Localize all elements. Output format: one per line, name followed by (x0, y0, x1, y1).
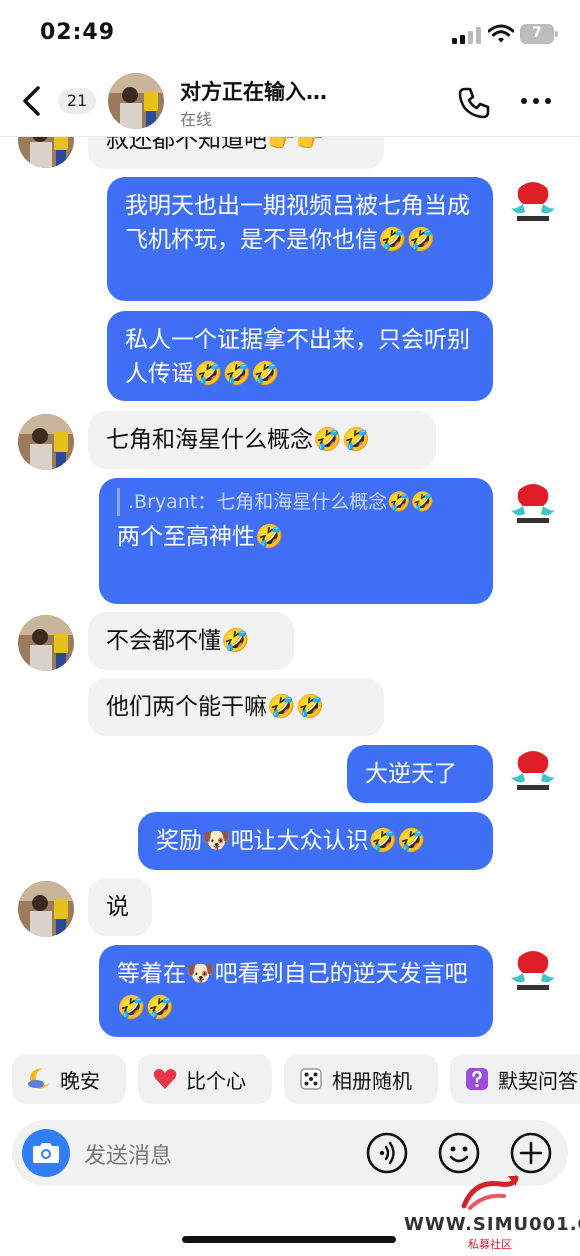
quick-reply-label: 相册随机 (332, 1068, 412, 1093)
watermark-logo (461, 1175, 519, 1210)
message-text: 七角和海星什么概念🤣🤣 (106, 427, 371, 453)
message-text: 他们两个能干嘛🤣🤣 (106, 694, 325, 720)
message-bubble-outgoing[interactable]: .Bryant：七角和海星什么概念🤣🤣 两个至高神性🤣 (99, 478, 493, 604)
my-avatar[interactable] (505, 178, 561, 234)
message-text: 我明天也出一期视频吕被七角当成飞机杯玩，是不是你也信🤣🤣 (125, 193, 470, 253)
chat-title: 对方正在输入… (180, 80, 327, 104)
camera-icon (33, 1143, 59, 1163)
wifi-icon (488, 24, 514, 43)
message-bubble-outgoing[interactable]: 私人一个证据拿不出来，只会听别人传谣🤣🤣🤣 (107, 311, 493, 401)
quick-reply-label: 比个心 (186, 1068, 246, 1093)
message-bubble-outgoing[interactable]: 等着在🐶吧看到自己的逆天发言吧🤣🤣 (99, 945, 493, 1037)
message-bubble-incoming[interactable]: 叔还都不知道吧👉👉 (88, 137, 384, 169)
moon-icon (28, 1068, 49, 1089)
quick-reply-label: 晚安 (60, 1068, 100, 1093)
watermark-subtext: 私募社区 (468, 1238, 512, 1251)
my-avatar[interactable] (505, 947, 561, 1003)
more-options-icon[interactable] (520, 98, 552, 106)
chat-header: 21 对方正在输入… 在线 (0, 66, 580, 137)
online-status: 在线 (180, 110, 213, 129)
quick-reply-tacit-quiz[interactable]: 默契问答 (450, 1054, 580, 1104)
contact-avatar-small[interactable] (18, 615, 74, 671)
message-bubble-incoming[interactable]: 他们两个能干嘛🤣🤣 (88, 678, 384, 736)
message-text: 等着在🐶吧看到自己的逆天发言吧🤣🤣 (117, 961, 468, 1021)
back-icon[interactable] (18, 84, 48, 118)
battery-icon: 7 (520, 24, 558, 44)
my-avatar[interactable] (505, 480, 561, 536)
quick-reply-heart[interactable]: 比个心 (138, 1054, 272, 1104)
message-bubble-incoming[interactable]: 七角和海星什么概念🤣🤣 (88, 411, 436, 469)
message-text: 叔还都不知道吧👉👉 (106, 137, 325, 153)
message-text: 两个至高神性🤣 (117, 524, 284, 550)
unread-count-badge[interactable]: 21 (58, 88, 96, 114)
message-list[interactable]: 叔还都不知道吧👉👉 我明天也出一期视频吕被七角当成飞机杯玩，是不是你也信🤣🤣 私… (0, 137, 580, 1042)
watermark-text: WWW.SIMU001.CN (404, 1214, 580, 1235)
message-bubble-outgoing[interactable]: 大逆天了 (347, 745, 493, 803)
message-bubble-outgoing[interactable]: 奖励🐶吧让大众认识🤣🤣 (138, 812, 493, 870)
quick-reply-label: 默契问答 (498, 1068, 578, 1093)
status-time: 02:49 (40, 20, 116, 45)
quoted-message: .Bryant：七角和海星什么概念🤣🤣 (117, 488, 475, 516)
phone-icon[interactable] (457, 86, 491, 120)
message-text: 说 (106, 894, 129, 920)
emoji-icon[interactable] (438, 1132, 480, 1174)
chat-screen: 02:49 7 21 对方正在输入… 在线 叔还都不知道吧👉👉 我明天也出一期视… (0, 0, 580, 1256)
plus-icon[interactable] (510, 1132, 552, 1174)
message-input[interactable]: 发送消息 (84, 1138, 172, 1170)
home-indicator[interactable] (182, 1236, 396, 1243)
message-text: 奖励🐶吧让大众认识🤣🤣 (156, 828, 426, 854)
message-text: 不会都不懂🤣 (106, 628, 250, 654)
quick-reply-goodnight[interactable]: 晚安 (12, 1054, 126, 1104)
battery-level: 7 (532, 25, 542, 41)
contact-avatar-small[interactable] (18, 137, 74, 168)
heart-icon (153, 1069, 177, 1089)
watermark: WWW.SIMU001.CN 私募社区 (404, 1174, 580, 1252)
message-text: 私人一个证据拿不出来，只会听别人传谣🤣🤣🤣 (125, 327, 470, 387)
contact-avatar-small[interactable] (18, 414, 74, 470)
voice-icon[interactable] (366, 1132, 408, 1174)
contact-avatar[interactable] (108, 73, 164, 129)
message-bubble-outgoing[interactable]: 我明天也出一期视频吕被七角当成飞机杯玩，是不是你也信🤣🤣 (107, 177, 493, 301)
message-bubble-incoming[interactable]: 说 (88, 878, 152, 936)
quick-reply-bar[interactable]: 晚安 比个心 相册随机 默契问答 (0, 1054, 580, 1106)
dice-icon (300, 1068, 322, 1090)
camera-button[interactable] (22, 1129, 70, 1177)
contact-avatar-small[interactable] (18, 881, 74, 937)
status-bar: 02:49 7 (0, 0, 580, 66)
message-bubble-incoming[interactable]: 不会都不懂🤣 (88, 612, 294, 670)
my-avatar[interactable] (505, 747, 561, 803)
question-icon (466, 1068, 488, 1090)
message-text: 大逆天了 (365, 761, 457, 787)
signal-icon (452, 26, 484, 44)
quick-reply-random-album[interactable]: 相册随机 (284, 1054, 438, 1104)
